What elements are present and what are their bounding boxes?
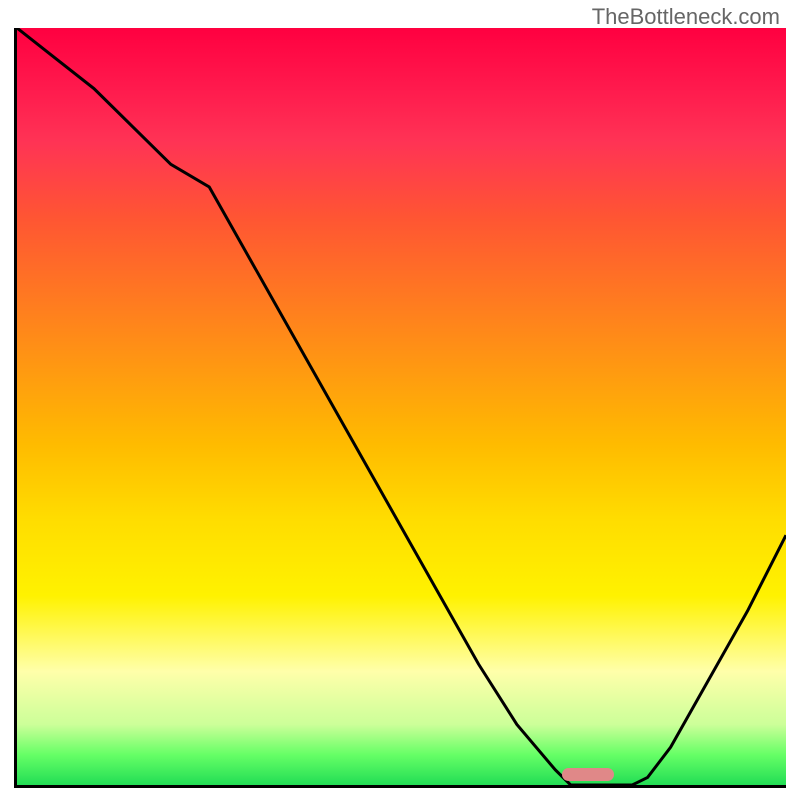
optimal-marker [562,768,614,781]
chart-container [14,28,786,788]
chart-curve [17,28,786,785]
bottleneck-curve-line [17,28,786,785]
watermark-text: TheBottleneck.com [592,4,780,30]
